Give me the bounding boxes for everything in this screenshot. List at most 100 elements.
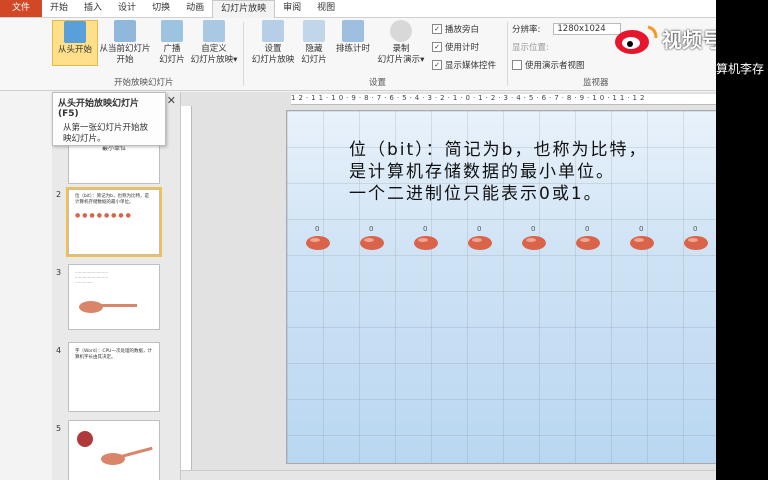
group-label-monitor: 监视器 — [583, 78, 609, 88]
hide-slide-label: 隐藏 幻灯片 — [301, 44, 327, 65]
spoon-with-seeds-icon — [77, 431, 153, 465]
seed-icon — [360, 236, 384, 250]
menu-design[interactable]: 设计 — [110, 0, 144, 17]
narration-label: 播放旁白 — [445, 25, 480, 35]
slide-editor: 12·11·10·9·8·7·6·5·4·3·2·1·0·1·2·3·4·5·6… — [181, 92, 716, 480]
resolution-dropdown[interactable]: 1280x1024 — [553, 23, 621, 35]
media-controls-checkbox[interactable]: ✓ 显示媒体控件 — [432, 59, 496, 71]
bit-value-label: 0 — [315, 225, 320, 233]
watermark-subtitle: 算机李存 — [716, 62, 765, 76]
hide-slide-button[interactable]: 隐藏 幻灯片 — [298, 20, 330, 66]
menu-slideshow[interactable]: 幻灯片放映 — [212, 0, 276, 18]
from-beginning-button[interactable]: 从头开始 — [52, 20, 98, 66]
slide-thumb-4[interactable]: 字（Word）：CPU一次处理的数据，计算机字长由其决定。 — [68, 342, 160, 412]
slide-thumb-3[interactable]: ........................................… — [68, 264, 160, 330]
seed-icon — [306, 236, 330, 250]
from-beginning-label: 从头开始 — [57, 45, 92, 55]
menu-review[interactable]: 审阅 — [275, 0, 309, 17]
broadcast-label: 广播 幻灯片 — [159, 44, 185, 65]
separator — [507, 22, 508, 86]
slide-number: 4 — [56, 346, 62, 355]
weibo-logo-icon — [615, 25, 658, 54]
status-bar — [181, 470, 716, 480]
menu-file[interactable]: 文件 — [0, 0, 43, 17]
use-timings-label: 使用计时 — [445, 43, 480, 53]
rehearse-label: 排练计时 — [335, 44, 370, 54]
slide-thumb-5[interactable] — [68, 420, 160, 480]
check-icon: ✓ — [432, 60, 442, 70]
display-label: 显示位置: — [512, 43, 549, 53]
custom-show-button[interactable]: 自定义 幻灯片放映▾ — [189, 20, 239, 66]
tooltip-title: 从头开始放映幻灯片 (F5) — [58, 99, 140, 119]
slide-canvas[interactable]: 位（bit）：简记为b，也称为比特， 是计算机存储数据的最小单位。 一个二进制位… — [286, 110, 716, 464]
bit-value-label: 0 — [423, 225, 428, 233]
vertical-ruler — [181, 106, 192, 480]
from-current-label: 从当前幻灯片 开始 — [99, 44, 151, 65]
slide-number: 3 — [56, 268, 62, 277]
powerpoint-window: 文件 开始 插入 设计 切换 动画 幻灯片放映 审阅 视图 从头开始 从当前幻灯… — [0, 0, 716, 480]
slide-number: 2 — [56, 190, 62, 199]
tooltip: 从头开始放映幻灯片 (F5) 从第一张幻灯片开始放映幻灯片。 — [52, 92, 166, 146]
slide-thumb-2[interactable]: 位（bit）：简记为b，也称为比特，是计算机存储数据的最小单位。 ●●●●●●●… — [66, 187, 162, 257]
rehearse-button[interactable]: 排练计时 — [333, 20, 373, 55]
presenter-checkbox[interactable]: 使用演示者视图 — [512, 59, 585, 71]
seed-row: ●●●●●●●● — [75, 212, 133, 219]
seed-icon — [522, 236, 546, 250]
check-icon: ✓ — [432, 24, 442, 34]
rehearse-icon — [342, 20, 364, 42]
record-button[interactable]: 录制 幻灯片演示▾ — [374, 20, 428, 66]
resolution-label: 分辨率: — [512, 25, 541, 35]
bit-value-label: 0 — [531, 225, 536, 233]
checkbox-icon — [512, 60, 522, 70]
menu-transitions[interactable]: 切换 — [144, 0, 178, 17]
slide-line-2: 是计算机存储数据的最小单位。 — [349, 162, 615, 182]
media-controls-label: 显示媒体控件 — [445, 61, 497, 71]
menu-animations[interactable]: 动画 — [178, 0, 212, 17]
narration-checkbox[interactable]: ✓ 播放旁白 — [432, 23, 479, 35]
bit-value-label: 0 — [369, 225, 374, 233]
record-label: 录制 幻灯片演示▾ — [377, 44, 425, 65]
seed-icon — [468, 236, 492, 250]
custom-show-icon — [203, 20, 225, 42]
spoon-icon — [79, 301, 137, 313]
check-icon: ✓ — [432, 42, 442, 52]
seed-icon — [576, 236, 600, 250]
broadcast-icon — [161, 20, 183, 42]
play-from-start-icon — [64, 21, 86, 43]
seed-icon — [684, 236, 708, 250]
setup-show-icon — [262, 20, 284, 42]
hide-slide-icon — [303, 20, 325, 42]
custom-show-label: 自定义 幻灯片放映▾ — [190, 44, 238, 65]
record-icon — [390, 20, 412, 42]
close-icon[interactable]: ✕ — [167, 94, 176, 107]
slide-thumbnail-panel: ✕ 最小单位 2 位（bit）：简记为b，也称为比特，是计算机存储数据的最小单位… — [52, 92, 181, 480]
group-label-start: 开始放映幻灯片 — [114, 78, 174, 88]
horizontal-ruler: 12·11·10·9·8·7·6·5·4·3·2·1·0·1·2·3·4·5·6… — [291, 94, 716, 105]
display-row: 显示位置: — [512, 41, 549, 53]
broadcast-button[interactable]: 广播 幻灯片 — [156, 20, 188, 66]
seed-icon — [414, 236, 438, 250]
resolution-row: 分辨率: 1280x1024 — [512, 23, 621, 35]
presenter-label: 使用演示者视图 — [525, 61, 585, 71]
setup-show-button[interactable]: 设置 幻灯片放映 — [249, 20, 297, 66]
bit-value-label: 0 — [693, 225, 698, 233]
menu-home[interactable]: 开始 — [42, 0, 76, 17]
menu-view[interactable]: 视图 — [309, 0, 343, 17]
menu-bar: 文件 开始 插入 设计 切换 动画 幻灯片放映 审阅 视图 — [0, 0, 716, 18]
tooltip-body: 从第一张幻灯片开始放映幻灯片。 — [63, 123, 149, 144]
group-label-setup: 设置 — [369, 78, 387, 88]
slide-number: 5 — [56, 424, 62, 433]
setup-show-label: 设置 幻灯片放映 — [251, 44, 295, 65]
menu-insert[interactable]: 插入 — [76, 0, 110, 17]
play-from-current-icon — [114, 20, 136, 42]
slide-line-1: 位（bit）：简记为b，也称为比特， — [349, 140, 648, 160]
watermark-title: 视频号 — [662, 28, 716, 52]
bit-value-label: 0 — [639, 225, 644, 233]
use-timings-checkbox[interactable]: ✓ 使用计时 — [432, 41, 479, 53]
thumb2-text: 位（bit）：简记为b，也称为比特，是计算机存储数据的最小单位。 — [75, 194, 149, 205]
bit-value-label: 0 — [585, 225, 590, 233]
slide-text-box[interactable]: 位（bit）：简记为b，也称为比特， 是计算机存储数据的最小单位。 一个二进制位… — [349, 139, 647, 205]
ribbon: 从头开始 从当前幻灯片 开始 广播 幻灯片 自定义 幻灯片放映▾ 设置 幻灯片放… — [0, 18, 716, 91]
from-current-button[interactable]: 从当前幻灯片 开始 — [96, 20, 154, 66]
seed-icon — [630, 236, 654, 250]
